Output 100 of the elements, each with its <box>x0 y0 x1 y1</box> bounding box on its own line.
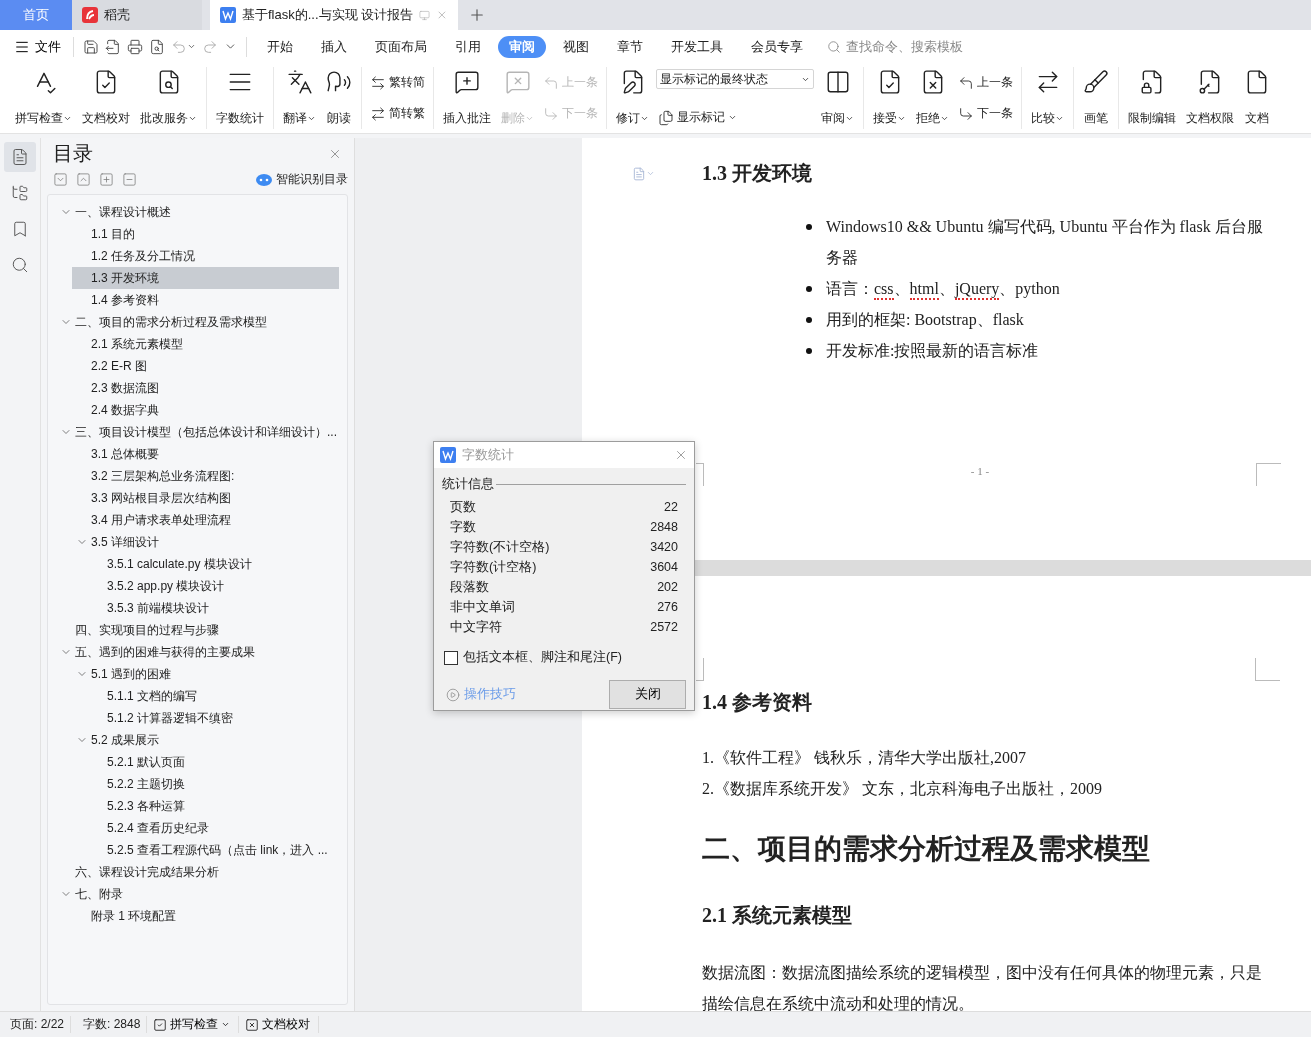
ribbon-button[interactable]: 文档权限 <box>1183 67 1237 129</box>
export-icon <box>105 38 121 55</box>
stat-label: 字符数(计空格) <box>450 559 537 576</box>
toc-item[interactable]: 5.2.1 默认页面 <box>88 751 339 773</box>
ribbon-button[interactable]: 修订 <box>613 67 652 129</box>
tab[interactable]: 基于flask的...与实现 设计报告 <box>210 0 458 30</box>
expand-all-icon[interactable] <box>53 172 68 187</box>
toc-item[interactable]: 七、附录 <box>56 883 339 905</box>
ribbon-button[interactable]: 朗读 <box>323 67 355 129</box>
ribbon-button[interactable]: 文档 <box>1241 67 1273 129</box>
toc-item[interactable]: 5.1.1 文档的编写 <box>88 685 339 707</box>
toc-item[interactable]: 二、项目的需求分析过程及需求模型 <box>56 311 339 333</box>
save-icon <box>83 38 99 55</box>
ribbon-button[interactable]: 繁转简 <box>368 73 427 92</box>
spell-check-button[interactable]: 拼写检查 <box>147 1016 240 1033</box>
bullet-icon <box>806 224 812 230</box>
margin-corner-mark <box>696 463 704 486</box>
toc-item[interactable]: 1.1 目的 <box>72 223 339 245</box>
brush-icon <box>1083 69 1109 95</box>
plus-icon <box>468 6 486 24</box>
tab[interactable]: 稻壳 <box>72 0 202 30</box>
toc-item[interactable]: 附录 1 环境配置 <box>72 905 339 927</box>
command-search-field[interactable]: 查找命令、搜索模板 <box>827 38 988 55</box>
toc-item[interactable]: 1.4 参考资料 <box>72 289 339 311</box>
smart-toc-button[interactable]: 智能识别目录 <box>256 171 348 188</box>
toc-item[interactable]: 3.5 详细设计 <box>72 531 339 553</box>
toc-item[interactable]: 五、遇到的困难与获得的主要成果 <box>56 641 339 663</box>
toc-item[interactable]: 2.2 E-R 图 <box>72 355 339 377</box>
ribbon-button[interactable]: 简转繁 <box>368 104 427 123</box>
menu-tab[interactable]: 插入 <box>310 35 358 58</box>
panel-title: 目录 <box>53 141 93 166</box>
previous-icon <box>958 74 974 91</box>
toc-item[interactable]: 1.2 任务及分工情况 <box>72 245 339 267</box>
menu-tab[interactable]: 视图 <box>552 35 600 58</box>
toc-item[interactable]: 三、项目设计模型（包括总体设计和详细设计）... <box>56 421 339 443</box>
reference-text: 1.《软件工程》 钱秋乐，清华大学出版社,2007 <box>702 748 1027 768</box>
menu-tab[interactable]: 章节 <box>606 35 654 58</box>
ribbon-button[interactable]: 上一条 <box>956 73 1015 92</box>
toc-item[interactable]: 1.3 开发环境 <box>72 267 339 289</box>
ribbon-button[interactable]: 插入批注 <box>440 67 494 129</box>
stat-label: 段落数 <box>450 579 489 596</box>
toc-item[interactable]: 5.2.5 查看工程源代码（点击 link，进入 ... <box>88 839 339 861</box>
ribbon-button[interactable]: 限制编辑 <box>1125 67 1179 129</box>
ribbon-button[interactable]: 接受 <box>870 67 909 129</box>
caret-icon <box>63 114 72 123</box>
page-number: - 1 - <box>969 465 991 477</box>
ribbon-button[interactable]: 下一条 <box>956 104 1015 123</box>
toc-item[interactable]: 3.2 三层架构总业务流程图: <box>72 465 339 487</box>
page-count-text: 页面: 2/22 <box>8 1016 72 1033</box>
sidebar-button[interactable] <box>4 142 36 172</box>
ribbon-button[interactable]: 审阅 <box>818 67 857 129</box>
toc-item[interactable]: 2.4 数据字典 <box>72 399 339 421</box>
plus-icon[interactable] <box>99 172 114 187</box>
proofread-button[interactable]: 文档校对 <box>239 1016 320 1033</box>
toc-item[interactable]: 3.5.2 app.py 模块设计 <box>88 575 339 597</box>
toc-item[interactable]: 3.3 网站根目录层次结构图 <box>72 487 339 509</box>
bookmark-icon <box>11 220 29 238</box>
caret-icon <box>646 169 655 178</box>
menu-tab[interactable]: 会员专享 <box>740 35 814 58</box>
caret-icon <box>1055 114 1064 123</box>
ribbon-button[interactable]: 画笔 <box>1080 67 1112 129</box>
ribbon-button[interactable]: 翻译 <box>280 67 319 129</box>
ribbon-button[interactable]: 显示标记 <box>656 108 814 127</box>
toc-item[interactable]: 3.5.3 前端模块设计 <box>88 597 339 619</box>
ribbon-button[interactable]: 拒绝 <box>913 67 952 129</box>
toc-item[interactable]: 5.2.4 查看历史纪录 <box>88 817 339 839</box>
checkbox[interactable] <box>444 650 458 665</box>
toc-item[interactable]: 2.3 数据流图 <box>72 377 339 399</box>
convert-icon <box>370 105 386 122</box>
toc-item[interactable]: 六、课程设计完成结果分析 <box>56 861 339 883</box>
section-heading: 2.1 系统元素模型 <box>702 903 853 928</box>
markup-select[interactable]: 显示标记的最终状态 <box>656 69 814 89</box>
menu-tab[interactable]: 页面布局 <box>364 35 438 58</box>
toc-item[interactable]: 5.2 成果展示 <box>72 729 339 751</box>
toc-item[interactable]: 5.1 遇到的困难 <box>72 663 339 685</box>
toc-item[interactable]: 3.1 总体概要 <box>72 443 339 465</box>
collapse-all-icon[interactable] <box>76 172 91 187</box>
ribbon-button[interactable]: 字数统计 <box>213 67 267 129</box>
next-icon <box>958 105 974 122</box>
toc-item[interactable]: 3.5.1 calculate.py 模块设计 <box>88 553 339 575</box>
menu-tab[interactable]: 开始 <box>256 35 304 58</box>
minus-icon[interactable] <box>122 172 137 187</box>
toc-item[interactable]: 一、课程设计概述 <box>56 201 339 223</box>
toc-item[interactable]: 5.1.2 计算器逻辑不缜密 <box>88 707 339 729</box>
toc-item[interactable]: 5.2.3 各种运算 <box>88 795 339 817</box>
close-button[interactable] <box>674 448 688 462</box>
ribbon-button[interactable]: 批改服务 <box>137 67 200 129</box>
ribbon-button[interactable]: 拼写检查 <box>12 67 75 129</box>
menu-tab[interactable]: 引用 <box>444 35 492 58</box>
menu-tab[interactable]: 开发工具 <box>660 35 734 58</box>
group-label: 统计信息 <box>442 476 494 493</box>
file-menu-button[interactable]: 文件 <box>14 37 67 56</box>
ribbon-button[interactable]: 比较 <box>1028 67 1067 129</box>
toc-item[interactable]: 3.4 用户请求表单处理流程 <box>72 509 339 531</box>
toc-item[interactable]: 5.2.2 主题切换 <box>88 773 339 795</box>
toc-item[interactable]: 四、实现项目的过程与步骤 <box>56 619 339 641</box>
ribbon-button[interactable]: 文档校对 <box>79 67 133 129</box>
reference-text: 2.《数据库系统开发》 文东，北京科海电子出版社，2009 <box>702 779 1103 799</box>
toc-item[interactable]: 2.1 系统元素模型 <box>72 333 339 355</box>
close-dialog-button[interactable]: 关闭 <box>609 680 686 709</box>
